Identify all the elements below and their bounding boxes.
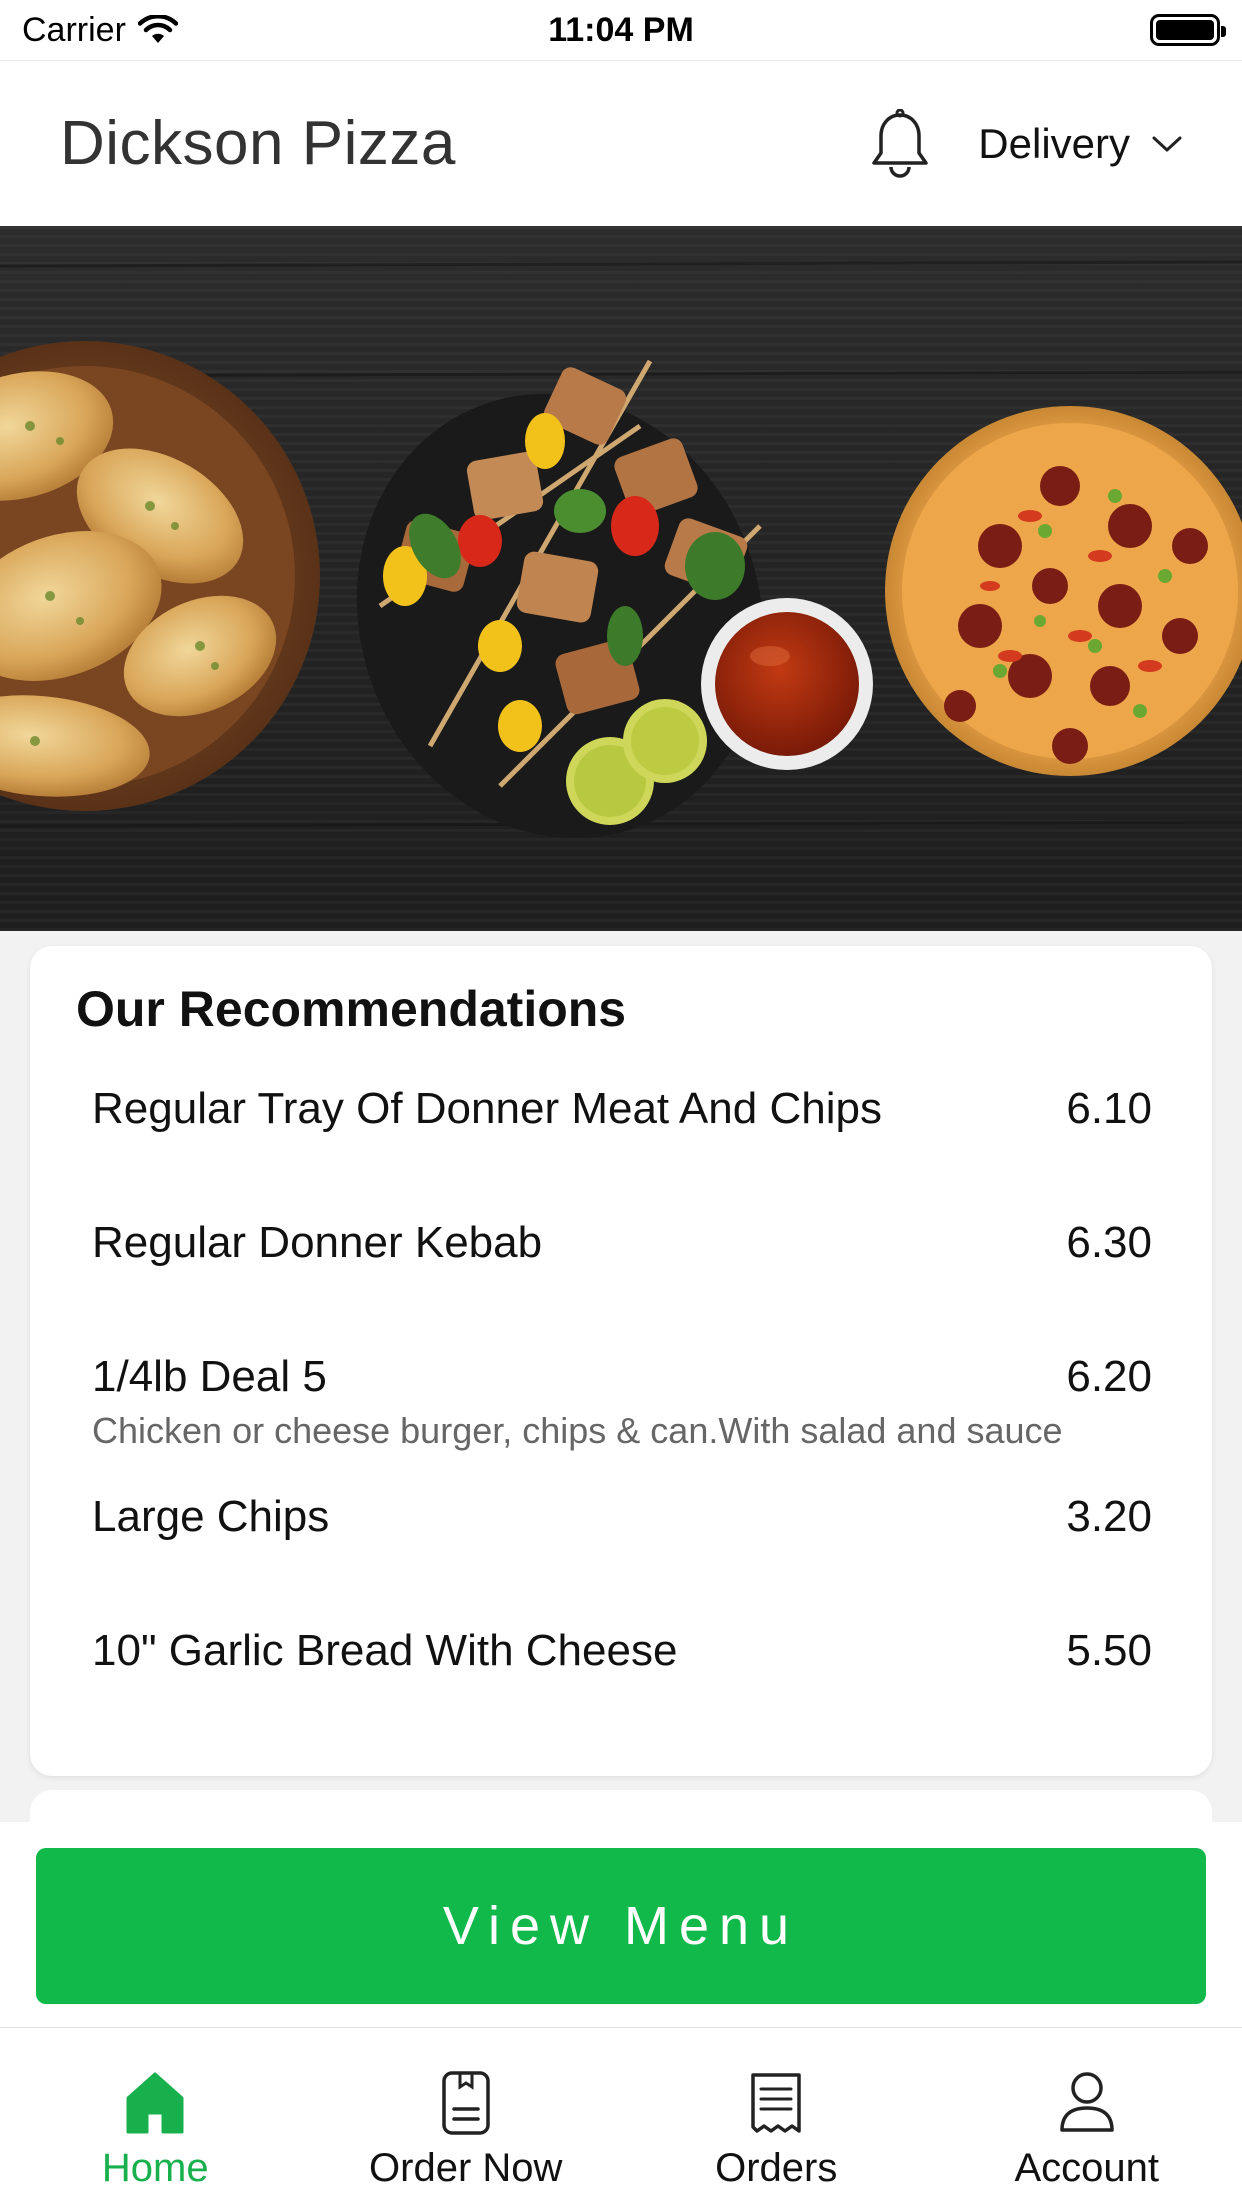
recommendations-title: Our Recommendations: [76, 981, 627, 1037]
recommendation-item[interactable]: Regular Donner Kebab 6.30: [92, 1218, 1152, 1352]
app-header: Dickson Pizza Delivery: [0, 60, 1242, 226]
item-name: 1/4lb Deal 5: [92, 1352, 327, 1401]
view-menu-button[interactable]: View Menu: [36, 1848, 1206, 2004]
tab-orders-label: Orders: [715, 2146, 838, 2190]
bottom-tab-bar: Home Order Now Orders Account: [0, 2028, 1242, 2208]
delivery-mode-dropdown[interactable]: Delivery: [978, 120, 1182, 168]
restaurant-title: Dickson Pizza: [60, 109, 456, 178]
bell-icon[interactable]: [868, 108, 932, 180]
recommendation-item[interactable]: Regular Tray Of Donner Meat And Chips 6.…: [92, 1084, 1152, 1218]
receipt-icon: [744, 2068, 808, 2138]
tab-account[interactable]: Account: [932, 2028, 1242, 2208]
recommendations-card: Our Recommendations Regular Tray Of Donn…: [30, 946, 1212, 1776]
recommendation-row: 10" Garlic Bread With Cheese 5.50: [92, 1626, 1152, 1676]
recommendation-row: Regular Donner Kebab 6.30: [92, 1218, 1152, 1268]
battery-fill: [1156, 20, 1214, 40]
item-name: 10" Garlic Bread With Cheese: [92, 1626, 678, 1675]
header-actions: Delivery: [868, 108, 1182, 180]
status-time: 11:04 PM: [548, 10, 694, 49]
battery-icon: [1150, 14, 1226, 46]
user-icon: [1055, 2068, 1119, 2138]
item-name: Regular Tray Of Donner Meat And Chips: [92, 1084, 882, 1133]
tab-account-label: Account: [1014, 2146, 1160, 2190]
bell-icon-graphic: [872, 108, 929, 178]
item-price: 5.50: [1066, 1626, 1152, 1675]
view-menu-bar: View Menu: [0, 1822, 1242, 2028]
delivery-mode-label: Delivery: [978, 119, 1130, 167]
recommendation-row: Large Chips 3.20: [92, 1492, 1152, 1542]
tab-home-label: Home: [101, 2146, 209, 2190]
pepperoni-pizza: [885, 406, 1242, 776]
food-banner-image: [0, 260, 1242, 839]
chevron-down-icon: [1152, 136, 1182, 151]
recommendation-row: 1/4lb Deal 5 6.20: [92, 1352, 1152, 1402]
recommendation-item[interactable]: 1/4lb Deal 5 6.20 Chicken or cheese burg…: [92, 1352, 1152, 1492]
recommendation-item[interactable]: Large Chips 3.20: [92, 1492, 1152, 1626]
item-price: 6.30: [1066, 1218, 1152, 1267]
tab-home[interactable]: Home: [0, 2028, 311, 2208]
home-icon: [123, 2068, 187, 2138]
wifi-icon: [137, 15, 178, 43]
item-price: 6.20: [1066, 1352, 1152, 1401]
item-price: 3.20: [1066, 1492, 1152, 1541]
status-bar: Carrier 11:04 PM: [0, 0, 1242, 60]
tab-order-now[interactable]: Order Now: [311, 2028, 622, 2208]
recommendation-row: Regular Tray Of Donner Meat And Chips 6.…: [92, 1084, 1152, 1134]
recommendations-list: Regular Tray Of Donner Meat And Chips 6.…: [76, 1084, 1152, 1760]
carrier-label: Carrier: [22, 10, 126, 49]
status-left: Carrier: [22, 11, 178, 50]
item-description: Chicken or cheese burger, chips & can.Wi…: [92, 1410, 1063, 1451]
tab-orders[interactable]: Orders: [621, 2028, 932, 2208]
tab-order-now-label: Order Now: [369, 2146, 563, 2190]
order-document-icon: [434, 2068, 498, 2138]
hero-banner: [0, 226, 1242, 931]
recommendation-item[interactable]: 10" Garlic Bread With Cheese 5.50: [92, 1626, 1152, 1760]
item-name: Large Chips: [92, 1492, 330, 1541]
dipping-sauce: [701, 598, 873, 770]
garlic-bread-plate: [0, 341, 320, 811]
item-name: Regular Donner Kebab: [92, 1218, 543, 1267]
item-price: 6.10: [1066, 1084, 1152, 1133]
